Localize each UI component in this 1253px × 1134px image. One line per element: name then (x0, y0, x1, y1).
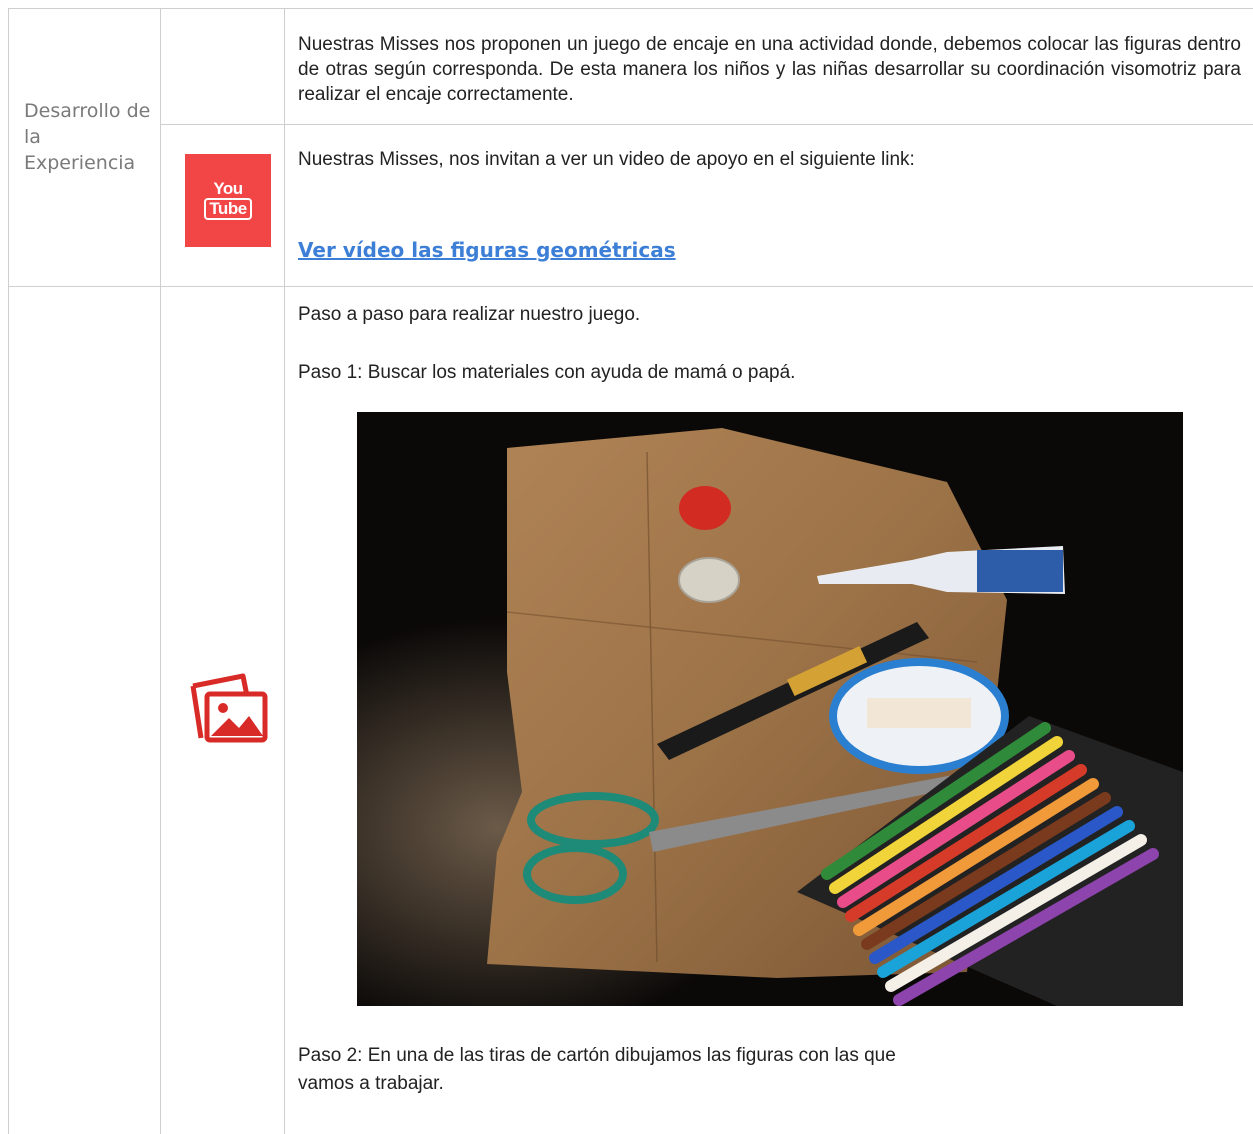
column-divider-2 (284, 8, 285, 1134)
table-border-left (8, 8, 9, 1134)
step-2-text: Paso 2: En una de las tiras de cartón di… (298, 1045, 896, 1094)
row-divider-section (8, 286, 1253, 287)
column-divider-1 (160, 8, 161, 1134)
video-intro-text: Nuestras Misses, nos invitan a ver un vi… (298, 149, 915, 170)
activity-description: Nuestras Misses nos proponen un juego de… (298, 34, 1241, 105)
image-gallery-icon (190, 673, 268, 743)
materials-photo (357, 412, 1183, 1006)
steps-intro: Paso a paso para realizar nuestro juego. (298, 304, 641, 325)
youtube-icon[interactable]: You Tube (185, 154, 271, 247)
row-divider-inner (160, 124, 1253, 125)
section-label: Desarrollo de la Experiencia (24, 100, 151, 174)
table-border-top (8, 8, 1253, 9)
video-link[interactable]: Ver vídeo las figuras geométricas (298, 238, 676, 262)
step-1-text: Paso 1: Buscar los materiales con ayuda … (298, 362, 796, 383)
youtube-icon-text-top: You (213, 179, 243, 198)
youtube-icon-text-bottom: Tube (204, 198, 252, 220)
